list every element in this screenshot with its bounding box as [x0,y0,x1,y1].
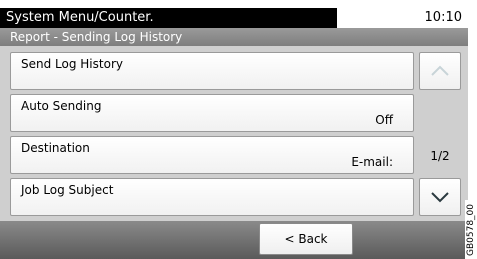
screen-title: Report - Sending Log History [0,28,468,46]
item-label: Auto Sending [21,99,102,113]
job-log-subject-button[interactable]: Job Log Subject [10,178,414,216]
clock: 10:10 [424,10,462,25]
item-label: Job Log Subject [21,183,114,197]
figure-code-label: GB0578_00 [466,203,476,256]
auto-sending-button[interactable]: Auto Sending Off [10,94,414,132]
operation-panel-screen: System Menu/Counter. 10:10 Report - Send… [0,0,468,259]
destination-button[interactable]: Destination E-mail: [10,136,414,174]
figure-code: GB0578_00 [465,200,477,259]
menu-path: System Menu/Counter. [0,8,337,28]
bottom-bar: < Back [0,221,468,259]
item-value: Off [375,113,393,127]
chevron-down-icon [431,192,449,203]
menu-panel: Send Log History Auto Sending Off Destin… [0,46,468,221]
send-log-history-button[interactable]: Send Log History [10,52,414,90]
scroll-down-button[interactable] [419,178,461,216]
back-button[interactable]: < Back [259,223,353,255]
item-label: Send Log History [21,57,123,71]
page-indicator: 1/2 [430,149,450,163]
chevron-up-icon [431,65,449,76]
status-bar: System Menu/Counter. 10:10 [0,0,468,28]
item-value: E-mail: [351,155,393,169]
item-label: Destination [21,141,90,155]
scroll-up-button[interactable] [419,52,461,90]
